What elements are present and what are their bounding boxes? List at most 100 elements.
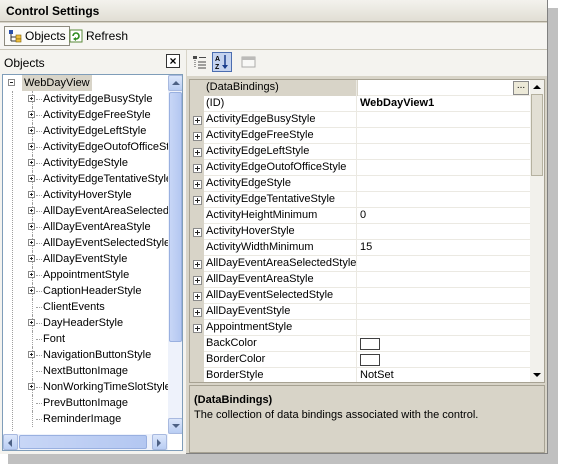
tree-item[interactable]: ActivityEdgeFreeStyle [3,107,169,123]
expand-icon[interactable] [193,116,202,125]
property-row[interactable]: BorderColor [190,352,530,368]
property-row[interactable]: AppointmentStyle [190,320,530,336]
tree-root-item[interactable]: WebDayView [3,75,169,91]
scroll-left-arrow-icon[interactable] [3,434,18,450]
expand-icon[interactable] [193,196,202,205]
color-swatch[interactable] [360,354,380,366]
title-bar[interactable]: Control Settings [0,0,547,22]
expand-icon[interactable] [193,292,202,301]
expand-icon[interactable] [28,175,35,182]
expand-icon[interactable] [28,239,35,246]
property-row[interactable]: ActivityEdgeLeftStyle [190,144,530,160]
property-row[interactable]: BorderStyle NotSet [190,368,530,382]
tree-item[interactable]: ActivityEdgeBusyStyle [3,91,169,107]
scroll-down-arrow-icon[interactable] [168,418,182,434]
expand-icon[interactable] [28,287,35,294]
property-row[interactable]: AllDayEventAreaSelectedStyle [190,256,530,272]
property-pages-button[interactable] [239,52,259,72]
property-value[interactable]: NotSet [360,369,394,381]
objects-button[interactable]: Objects [4,26,70,46]
tree-vertical-scroll-thumb[interactable] [169,92,182,342]
tree-horizontal-scroll-thumb[interactable] [19,435,147,449]
tree-item[interactable]: ActivityHoverStyle [3,187,169,203]
tree-item[interactable]: PrevButtonImage [3,395,169,411]
expand-icon[interactable] [28,127,35,134]
tree-item[interactable]: AllDayEventAreaSelected [3,203,169,219]
scroll-right-arrow-icon[interactable] [152,434,167,450]
property-row[interactable]: (ID) WebDayView1 [190,96,530,112]
expand-icon[interactable] [28,319,35,326]
property-row[interactable]: BackColor [190,336,530,352]
close-icon[interactable]: × [166,54,180,68]
property-row[interactable]: ActivityHeightMinimum 0 [190,208,530,224]
tree-branch-line [36,227,42,228]
expand-icon[interactable] [193,164,202,173]
tree-item[interactable]: AllDayEventSelectedStyle [3,235,169,251]
ellipsis-button[interactable]: ... [513,81,529,95]
expand-icon[interactable] [28,223,35,230]
expand-icon[interactable] [193,260,202,269]
expand-icon[interactable] [28,159,35,166]
alphabetical-view-button[interactable]: AZ [212,52,232,72]
property-name: ActivityEdgeLeftStyle [206,145,310,157]
grid-scroll-up-arrow-icon[interactable] [533,84,541,90]
property-row[interactable]: AllDayEventSelectedStyle [190,288,530,304]
collapse-icon[interactable] [8,79,15,86]
property-value[interactable]: WebDayView1 [360,97,434,109]
expand-icon[interactable] [193,132,202,141]
expand-icon[interactable] [193,276,202,285]
tree-item[interactable]: AllDayEventAreaStyle [3,219,169,235]
tree-item[interactable]: ReminderImage [3,411,169,427]
expand-icon[interactable] [28,383,35,390]
color-swatch[interactable] [360,338,380,350]
expand-icon[interactable] [193,228,202,237]
expand-icon[interactable] [28,351,35,358]
tree-item[interactable]: NavigationButtonStyle [3,347,169,363]
property-grid-scroll-thumb[interactable] [531,94,543,176]
property-row[interactable]: AllDayEventStyle [190,304,530,320]
expand-icon[interactable] [28,191,35,198]
tree-item[interactable]: NextButtonImage [3,363,169,379]
scroll-up-arrow-icon[interactable] [168,75,182,91]
property-row[interactable]: ActivityEdgeStyle [190,176,530,192]
expand-icon[interactable] [193,180,202,189]
expand-icon[interactable] [193,308,202,317]
expand-icon[interactable] [28,255,35,262]
tree-item[interactable]: DayHeaderStyle [3,315,169,331]
categorized-view-button[interactable] [190,52,210,72]
tree-item[interactable]: AllDayEventStyle [3,251,169,267]
tree-item[interactable]: CaptionHeaderStyle [3,283,169,299]
tree-item[interactable]: ActivityEdgeTentativeStyle [3,171,169,187]
property-value[interactable]: 0 [360,209,366,221]
expand-icon[interactable] [28,271,35,278]
property-row[interactable]: ActivityEdgeFreeStyle [190,128,530,144]
property-row[interactable]: (DataBindings)... [190,80,530,96]
expand-icon[interactable] [193,324,202,333]
tree-item[interactable]: NonWorkingTimeSlotStyle [3,379,169,395]
tree-item[interactable]: ActivityEdgeStyle [3,155,169,171]
property-row[interactable]: ActivityEdgeTentativeStyle [190,192,530,208]
property-row[interactable]: ActivityHoverStyle [190,224,530,240]
property-row[interactable]: ActivityWidthMinimum 15 [190,240,530,256]
expand-icon[interactable] [28,143,35,150]
property-row[interactable]: AllDayEventAreaStyle [190,272,530,288]
property-row[interactable]: ActivityEdgeOutofOfficeStyle [190,160,530,176]
tree-item[interactable]: ClientEvents [3,299,169,315]
property-value[interactable]: 15 [360,241,372,253]
tree-item[interactable]: AppointmentStyle [3,267,169,283]
refresh-button[interactable]: Refresh [66,26,131,46]
tree-item-label: AllDayEventSelectedStyle [43,237,169,249]
property-grid-scrollbar[interactable] [530,80,544,382]
tree-item[interactable]: ActivityEdgeLeftStyle [3,123,169,139]
expand-icon[interactable] [28,207,35,214]
grid-scroll-down-arrow-icon[interactable] [533,372,541,378]
tree-branch-line [32,411,33,427]
tree-item[interactable]: Font [3,331,169,347]
property-row[interactable]: ActivityEdgeBusyStyle [190,112,530,128]
expand-icon[interactable] [28,95,35,102]
expand-icon[interactable] [193,148,202,157]
tree-vertical-scrollbar[interactable] [168,75,182,434]
tree-item[interactable]: ActivityEdgeOutofOfficeSt [3,139,169,155]
tree-horizontal-scrollbar[interactable] [3,434,168,450]
expand-icon[interactable] [28,111,35,118]
